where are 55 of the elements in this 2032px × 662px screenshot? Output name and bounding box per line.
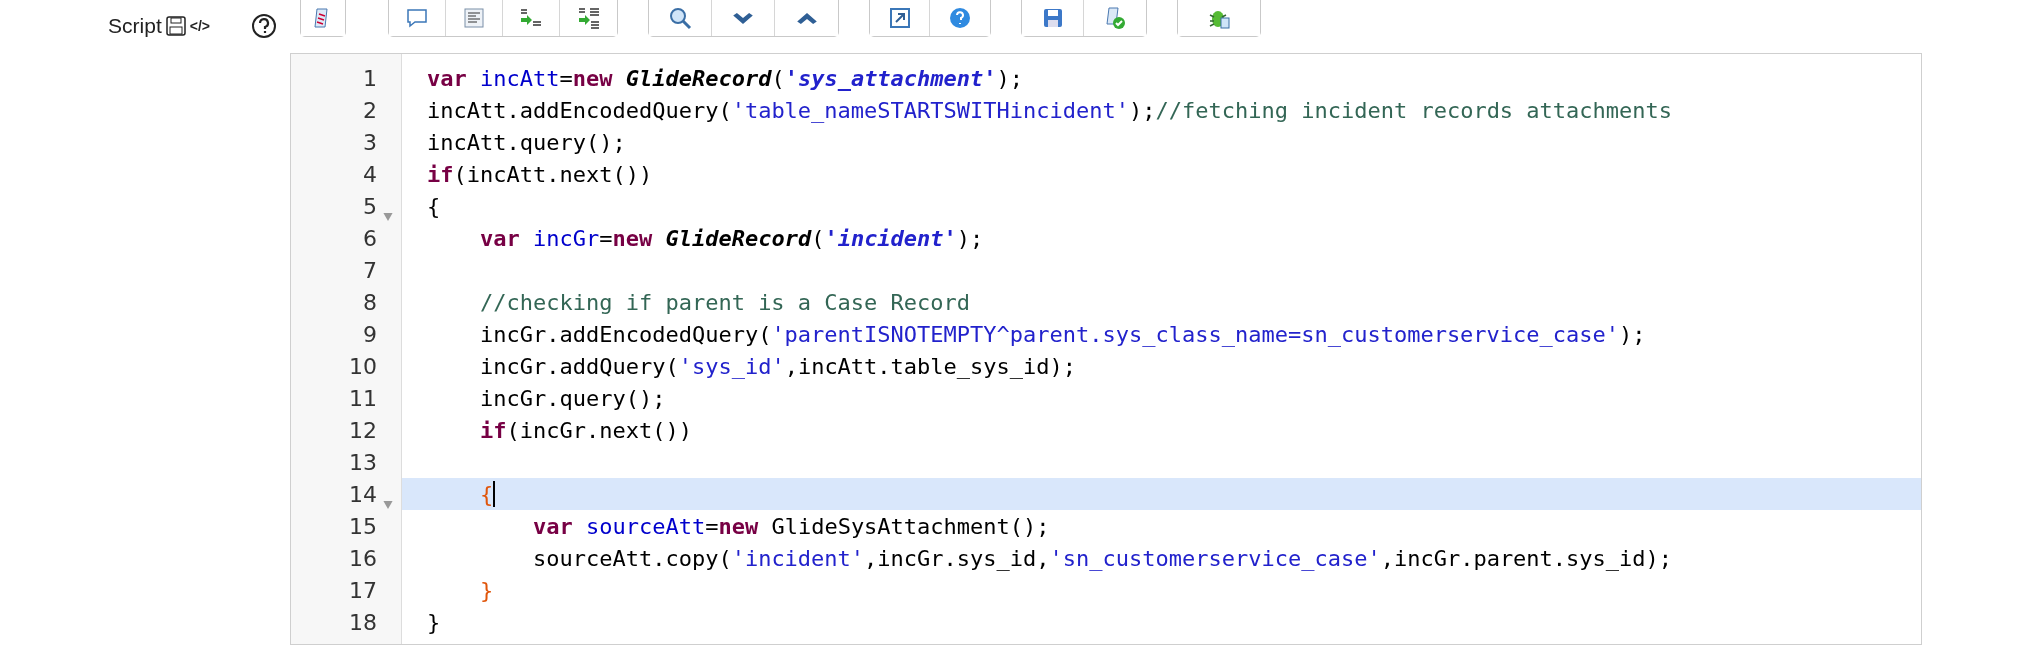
save-icon [165,16,186,36]
toolbar-button[interactable] [389,0,446,36]
line-number: 16 [349,545,377,571]
format-icon [462,6,486,30]
chevron-down-icon [733,12,753,24]
line-number: 1 [363,65,377,91]
fullscreen-icon [887,6,912,30]
code-line: if(incAtt.next()) [427,161,653,187]
code-line: { [478,481,494,507]
line-number: 8 [363,289,377,315]
search-icon [668,6,692,30]
code-tag: </> [189,18,210,34]
line-number: 5 [363,193,377,219]
code-editor[interactable] [290,53,1922,645]
line-number: 11 [349,385,377,411]
script-check-icon [1103,6,1127,30]
toolbar-button[interactable] [1022,0,1084,36]
code-line: incGr.query(); [478,385,666,411]
fold-arrow-icon[interactable] [383,213,393,221]
code-line: incGr.addEncodedQuery('parentISNOTEMPTY^parent.sys_class_name=sn_customerservice_case'); [478,321,1646,347]
line-number: 12 [349,417,377,443]
line-number: 18 [349,609,377,635]
field-label: Script [108,14,162,38]
fold-arrow-icon[interactable] [383,501,393,509]
line-number: 2 [363,97,377,123]
line-number: 13 [349,449,377,475]
help-icon[interactable] [252,14,276,38]
replace-all-icon [576,6,601,30]
toolbar-button[interactable] [870,0,930,36]
line-number: 14 [349,481,377,507]
line-number: 9 [363,321,377,347]
toolbar-button[interactable] [649,0,712,36]
line-number: 6 [363,225,377,251]
code-line: } [478,577,494,603]
chevron-up-icon [796,12,817,24]
code-line: incGr.addQuery('sys_id',incAtt.table_sys_id); [478,353,1077,379]
code-line: if(incGr.next()) [478,417,692,443]
code-line: var sourceAtt=new GlideSysAttachment(); [531,513,1050,539]
code-line: sourceAtt.copy('incident',incGr.sys_id,'sn_customerservice_case',incGr.parent.sys_id); [531,545,1673,571]
line-number: 10 [349,353,377,379]
code-line: { [427,193,441,219]
comment-icon [405,6,429,30]
line-number: 4 [363,161,377,187]
code-line: incAtt.addEncodedQuery('table_nameSTARTSWITHincident');//fetching incident records attachments [427,97,1673,123]
code-line: var incGr=new GlideRecord('incident'); [478,225,984,251]
help-icon [948,6,972,30]
line-number: 17 [349,577,377,603]
code-line: } [427,609,441,635]
text-cursor [493,481,496,507]
code-line: //checking if parent is a Case Record [478,289,971,315]
code-line: incAtt.query(); [427,129,626,155]
code-line: var incAtt=new GlideRecord('sys_attachment'); [427,65,1024,91]
line-number: 15 [349,513,377,539]
line-number: 7 [363,257,377,283]
line-number: 3 [363,129,377,155]
